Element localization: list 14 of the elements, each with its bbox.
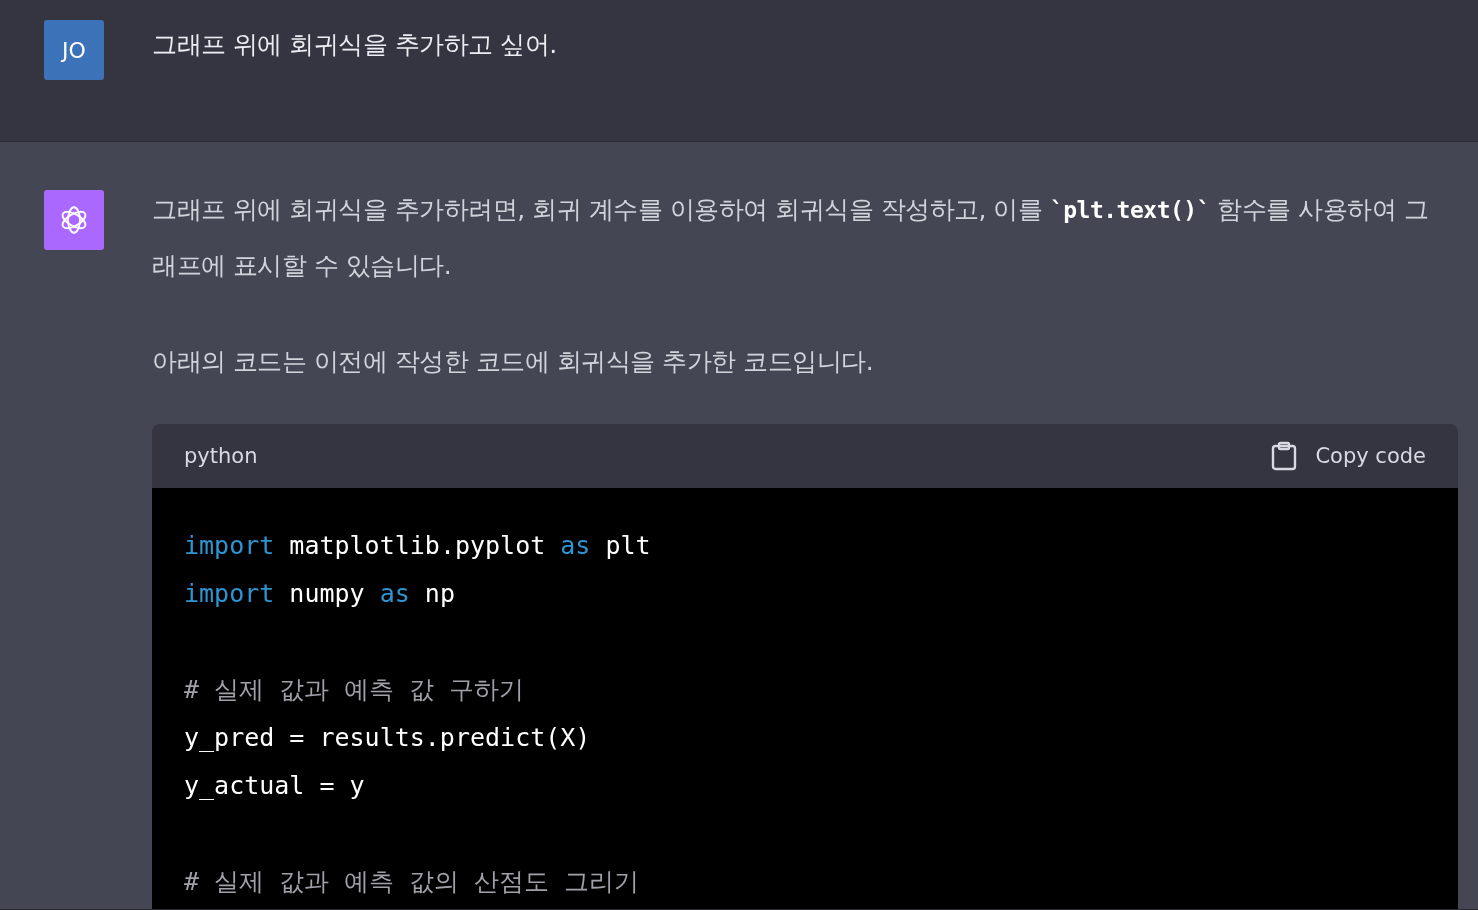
message-text: 아래의 코드는 이전에 작성한 코드에 회귀식을 추가한 코드입니다. bbox=[152, 346, 875, 378]
user-avatar: JO bbox=[44, 20, 104, 80]
copy-code-button[interactable]: Copy code bbox=[1271, 441, 1426, 471]
assistant-avatar-icon bbox=[44, 190, 104, 250]
code-line: import numpy as np bbox=[184, 578, 456, 610]
message-text: 그래프 위에 회귀식을 추가하고 싶어. bbox=[152, 29, 558, 61]
clipboard-icon bbox=[1271, 441, 1298, 471]
code-line: # 실제 값과 예측 값의 산점도 그리기 bbox=[184, 866, 641, 898]
language-label: python bbox=[184, 444, 258, 468]
code-line: import matplotlib.pyplot as plt bbox=[184, 530, 652, 562]
code-line: # 실제 값과 예측 값 구하기 bbox=[184, 674, 526, 706]
code-line: y_actual = y bbox=[184, 770, 366, 802]
code-line: y_pred = results.predict(X) bbox=[184, 722, 592, 754]
message-text: 그래프 위에 회귀식을 추가하려면, 회귀 계수를 이용하여 회귀식을 작성하고, 이를 `plt.text()` 함수를 사용하여 그래프에 표시할 수 있습니다. bbox=[152, 194, 1430, 282]
